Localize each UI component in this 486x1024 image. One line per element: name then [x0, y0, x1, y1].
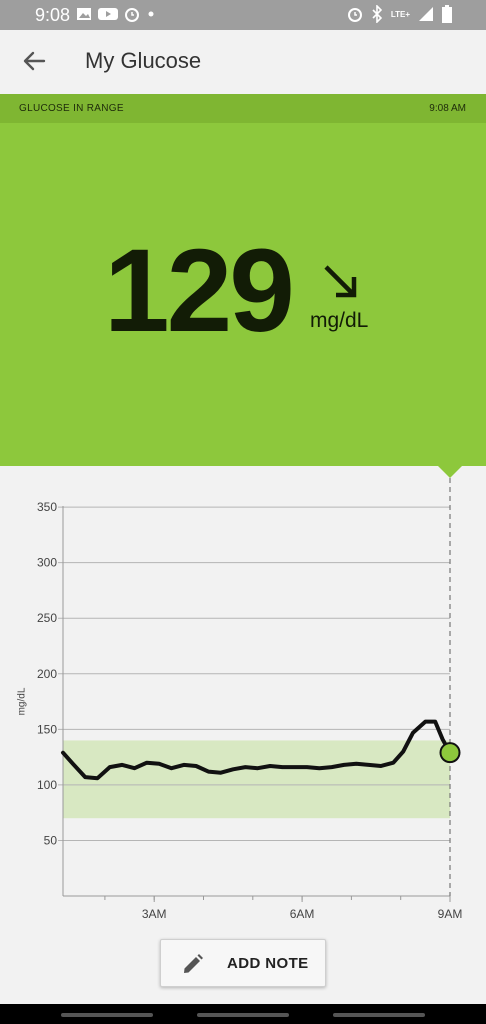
current-reading-point	[439, 742, 461, 764]
add-note-button[interactable]: ADD NOTE	[160, 939, 326, 987]
back-arrow-icon[interactable]	[18, 45, 50, 77]
image-icon	[77, 8, 91, 20]
x-tick-label: 6AM	[290, 907, 315, 921]
y-tick-label: 200	[37, 667, 57, 681]
y-axis-label: mg/dL	[16, 687, 28, 716]
y-tick-label: 300	[37, 556, 57, 570]
y-tick-label: 50	[44, 833, 58, 847]
page-title: My Glucose	[85, 48, 202, 73]
range-status-strip: GLUCOSE IN RANGE 9:08 AM	[0, 94, 486, 123]
system-nav-bar	[0, 1004, 486, 1024]
alarm-icon	[125, 8, 139, 22]
reading-time: 9:08 AM	[429, 103, 466, 114]
alarm-icon	[347, 8, 362, 22]
glucose-value: 129	[104, 225, 295, 357]
y-tick-label: 150	[37, 722, 57, 736]
signal-icon	[419, 7, 433, 21]
range-status-label: GLUCOSE IN RANGE	[19, 103, 124, 114]
status-time: 9:08	[35, 5, 71, 25]
target-range-band	[63, 740, 450, 819]
trend-arrow-down-right-icon	[324, 265, 357, 298]
glucose-chart-svg: 50 100 150 200 250 300 350 3AM 6AM 9AM	[37, 478, 463, 921]
battery-icon	[442, 5, 452, 23]
y-tick-label: 250	[37, 611, 57, 625]
app-bar: My Glucose	[0, 30, 486, 94]
status-bar: 9:08 LTE+	[0, 0, 486, 30]
glucose-unit: mg/dL	[310, 309, 369, 332]
nav-recents-handle[interactable]	[61, 1013, 153, 1017]
x-tick-label: 9AM	[438, 907, 463, 921]
add-note-label: ADD NOTE	[227, 955, 309, 972]
nav-home-handle[interactable]	[197, 1013, 289, 1017]
dot-icon	[148, 11, 154, 17]
bluetooth-icon	[372, 5, 382, 23]
y-tick-label: 100	[37, 778, 57, 792]
pencil-icon	[184, 954, 203, 973]
glucose-reading-panel: 129 mg/dL	[0, 123, 486, 466]
youtube-icon	[98, 8, 118, 20]
network-label: LTE+	[390, 9, 410, 19]
glucose-chart: 50 100 150 200 250 300 350 3AM 6AM 9AM mg/dL	[0, 466, 486, 930]
x-tick-label: 3AM	[142, 907, 167, 921]
nav-back-handle[interactable]	[333, 1013, 425, 1017]
y-tick-label: 350	[37, 500, 57, 514]
